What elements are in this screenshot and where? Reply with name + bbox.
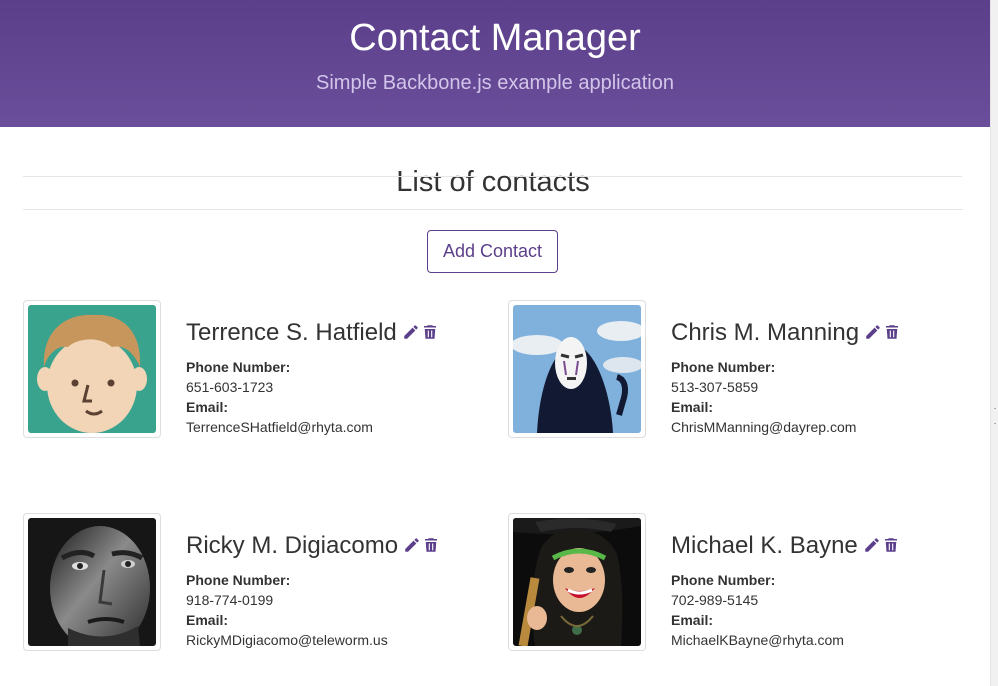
contact-card: Chris M. Manning Phone Number: 513-307-5… <box>508 300 968 450</box>
contact-name: Michael K. Bayne <box>671 532 858 559</box>
app-subtitle: Simple Backbone.js example application <box>316 72 674 94</box>
email-label: Email: <box>186 399 229 415</box>
contact-email: MichaelKBayne@rhyta.com <box>671 632 844 648</box>
contact-card: Terrence S. Hatfield Phone Number: 651-6… <box>23 300 483 450</box>
phone-label: Phone Number: <box>671 359 776 375</box>
pencil-icon[interactable] <box>403 536 421 554</box>
contact-name: Terrence S. Hatfield <box>186 319 397 346</box>
contact-name: Chris M. Manning <box>671 319 860 346</box>
phone-label: Phone Number: <box>186 572 291 588</box>
contact-name-row: Ricky M. Digiacomo <box>186 532 440 561</box>
contact-avatar <box>508 300 646 438</box>
contact-avatar <box>23 513 161 651</box>
email-label: Email: <box>671 612 714 628</box>
contact-name-row: Terrence S. Hatfield <box>186 319 439 348</box>
contact-info: Phone Number: 651-603-1723 Email: Terren… <box>186 357 373 437</box>
trash-icon[interactable] <box>421 323 439 341</box>
contact-avatar <box>23 300 161 438</box>
contact-email: RickyMDigiacomo@teleworm.us <box>186 632 388 648</box>
scrollbar-grip[interactable] <box>994 408 996 424</box>
section-title: List of contacts <box>396 166 590 198</box>
divider <box>23 176 477 177</box>
contact-name: Ricky M. Digiacomo <box>186 532 399 559</box>
contact-name-row: Michael K. Bayne <box>671 532 900 561</box>
contact-phone: 702-989-5145 <box>671 592 759 608</box>
phone-label: Phone Number: <box>671 572 776 588</box>
pencil-icon[interactable] <box>402 323 420 341</box>
scrollbar[interactable] <box>990 0 998 686</box>
trash-icon[interactable] <box>882 536 900 554</box>
divider <box>23 209 963 210</box>
trash-icon[interactable] <box>422 536 440 554</box>
contact-info: Phone Number: 513-307-5859 Email: ChrisM… <box>671 357 856 437</box>
cartoon-face-avatar <box>28 305 156 433</box>
contact-card: Ricky M. Digiacomo Phone Number: 918-774… <box>23 513 483 663</box>
grayscale-face-avatar <box>28 518 156 646</box>
pencil-icon[interactable] <box>864 323 882 341</box>
phone-label: Phone Number: <box>186 359 291 375</box>
pencil-icon[interactable] <box>863 536 881 554</box>
contact-info: Phone Number: 918-774-0199 Email: RickyM… <box>186 570 388 650</box>
contact-info: Phone Number: 702-989-5145 Email: Michae… <box>671 570 844 650</box>
email-label: Email: <box>671 399 714 415</box>
trash-icon[interactable] <box>883 323 901 341</box>
contact-phone: 918-774-0199 <box>186 592 274 608</box>
app-title: Contact Manager <box>349 17 641 59</box>
contact-phone: 651-603-1723 <box>186 379 274 395</box>
page-header: Contact Manager Simple Backbone.js examp… <box>0 0 990 127</box>
divider <box>508 176 962 177</box>
email-label: Email: <box>186 612 229 628</box>
contact-email: ChrisMManning@dayrep.com <box>671 419 857 435</box>
add-contact-button[interactable]: Add Contact <box>427 230 558 273</box>
contact-email: TerrenceSHatfield@rhyta.com <box>186 419 373 435</box>
contact-name-row: Chris M. Manning <box>671 319 901 348</box>
masked-figure-avatar <box>513 305 641 433</box>
witch-hat-avatar <box>513 518 641 646</box>
contact-card: Michael K. Bayne Phone Number: 702-989-5… <box>508 513 968 663</box>
contact-avatar <box>508 513 646 651</box>
contact-phone: 513-307-5859 <box>671 379 759 395</box>
